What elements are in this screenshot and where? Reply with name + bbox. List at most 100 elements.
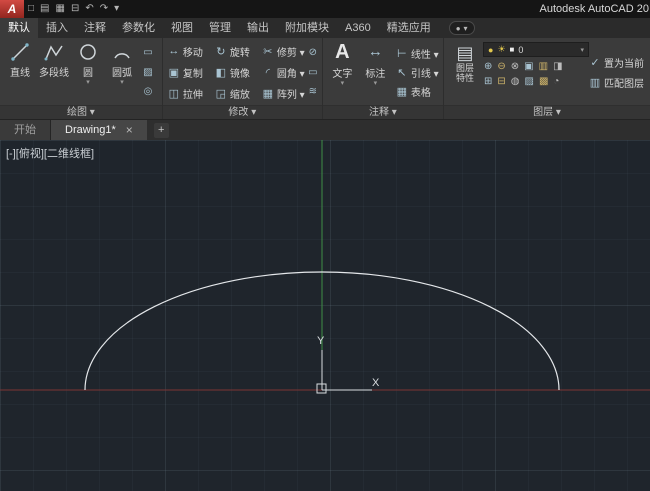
plot-icon[interactable]: ⊟ [68,0,82,18]
file-tab-drawing1[interactable]: Drawing1* × [51,120,147,140]
close-icon[interactable]: × [126,120,133,140]
line-tool-label: 直线 [10,68,30,79]
viewport-controls[interactable]: [-][俯视][二维线框] [6,145,94,161]
scale-icon: ◲ [215,87,227,100]
title-bar: A □ ▤ ▦ ⊟ ↶ ↷ ▾ Autodesk AutoCAD 20 [0,0,650,18]
match-layer-button[interactable]: ▥ 匹配图层 [589,75,644,90]
ribbon-tab-a360[interactable]: A360 [337,18,379,38]
ribbon-display-toggle[interactable]: ● ▾ [448,21,475,35]
leader-icon: ↖ [397,66,407,79]
fillet-button[interactable]: ◜ 圆角 ▾ [260,62,307,83]
layer-tool-icon[interactable]: ◔ [553,76,559,87]
dimension-tool-button[interactable]: ↔ 标注 ▾ [359,39,392,105]
arc-icon [114,53,130,59]
circle-tool-button[interactable]: 圆 ▾ [71,39,105,105]
ribbon-tab-bar: 默认 插入 注释 参数化 视图 管理 输出 附加模块 A360 精选应用 ● ▾ [0,18,650,38]
layer-tool-icon[interactable]: ▩ [539,76,548,87]
new-icon[interactable]: □ [25,0,37,18]
rectangle-icon[interactable]: ▭ [143,47,152,58]
save-icon[interactable]: ▦ [53,0,68,18]
chevron-down-icon[interactable]: ▾ [341,80,345,87]
drawing-canvas[interactable]: [-][俯视][二维线框] Y X [0,140,650,491]
new-drawing-tab-button[interactable]: + [153,123,169,138]
dimension-tool-label: 标注 [365,69,386,80]
chevron-down-icon[interactable]: ▾ [120,79,124,86]
mirror-icon: ◧ [215,66,227,79]
match-layer-icon: ▥ [589,76,601,89]
chevron-down-icon[interactable]: ▾ [374,80,378,87]
ribbon-tab-home[interactable]: 默认 [0,18,38,38]
table-button[interactable]: ▦ 表格 [396,84,439,99]
array-button[interactable]: ▦ 阵列 ▾ [260,83,307,104]
offset-icon[interactable]: ≋ [309,86,317,97]
layer-tool-icon[interactable]: ⊗ [511,61,519,72]
layer-tool-icon[interactable]: ▥ [539,61,548,72]
panel-label-draw[interactable]: 绘图 ▾ [0,105,162,119]
bulb-icon: ● [488,44,494,55]
panel-layers: ▤ 图层 特性 ● ☀ ■ 0 ▾ ⊕ ⊖ ⊗ ▣ ▥ ◨ ⊞ ⊟ ◍ ▨ ▩ … [444,38,650,119]
chevron-down-icon[interactable]: ▾ [86,79,90,86]
table-icon: ▦ [396,85,408,98]
app-menu-button[interactable]: A [0,0,24,18]
text-icon: A [335,41,350,63]
line-tool-button[interactable]: 直线 [3,39,37,105]
explode-icon[interactable]: ▭ [308,67,317,78]
qat-dropdown-icon[interactable]: ▾ [111,0,122,18]
scale-button[interactable]: ◲ 缩放 [213,83,260,104]
layer-tool-icon[interactable]: ⊕ [484,61,492,72]
mirror-button[interactable]: ◧ 镜像 [213,62,260,83]
donut-icon[interactable]: ◎ [144,86,153,97]
ribbon-tab-output[interactable]: 输出 [239,18,277,38]
open-icon[interactable]: ▤ [37,0,52,18]
circle-tool-label: 圆 [83,68,93,79]
layer-tool-icon[interactable]: ▣ [524,61,533,72]
layer-tool-icon[interactable]: ◍ [511,76,520,87]
ucs-x-label: X [372,377,380,389]
ribbon-tab-addins[interactable]: 附加模块 [277,18,337,38]
panel-label-annotation[interactable]: 注释 ▾ [322,105,443,119]
linear-dim-button[interactable]: ⊢ 线性 ▾ [396,46,439,61]
layer-dropdown[interactable]: ● ☀ ■ 0 ▾ [483,42,589,57]
quick-access-toolbar: □ ▤ ▦ ⊟ ↶ ↷ ▾ [25,0,122,18]
autocad-window: A □ ▤ ▦ ⊟ ↶ ↷ ▾ Autodesk AutoCAD 20 默认 插… [0,0,650,491]
layer-tools-row1: ⊕ ⊖ ⊗ ▣ ▥ ◨ [483,61,589,72]
array-icon: ▦ [262,87,274,100]
copy-button[interactable]: ▣ 复制 [166,62,213,83]
layer-tool-icon[interactable]: ⊞ [484,76,492,87]
arc-tool-button[interactable]: 圆弧 ▾ [105,39,139,105]
arc-tool-label: 圆弧 [112,68,132,79]
panel-label-layers[interactable]: 图层 ▾ [444,105,650,119]
text-tool-button[interactable]: A 文字 ▾ [326,39,359,105]
layer-tool-icon[interactable]: ⊟ [497,76,505,87]
layer-tools-row2: ⊞ ⊟ ◍ ▨ ▩ ◔ [483,76,589,87]
ribbon-tab-insert[interactable]: 插入 [38,18,76,38]
copy-icon: ▣ [168,66,180,79]
ribbon-tab-annotate[interactable]: 注释 [76,18,114,38]
redo-icon[interactable]: ↷ [97,0,111,18]
trim-button[interactable]: ✂ 修剪 ▾ [260,41,307,62]
stretch-button[interactable]: ◫ 拉伸 [166,83,213,104]
move-icon: ↔ [168,45,180,57]
circle-icon [80,44,96,60]
layer-tool-icon[interactable]: ⊖ [497,61,505,72]
file-tab-bar: 开始 Drawing1* × + [0,120,650,140]
erase-icon[interactable]: ⊘ [309,47,317,58]
layer-tool-icon[interactable]: ◨ [553,61,562,72]
ribbon-tab-parametric[interactable]: 参数化 [114,18,163,38]
ribbon-tab-manage[interactable]: 管理 [201,18,239,38]
ribbon-tab-view[interactable]: 视图 [163,18,201,38]
rotate-button[interactable]: ↻ 旋转 [213,41,260,62]
panel-annotation: A 文字 ▾ ↔ 标注 ▾ ⊢ 线性 ▾ ↖ 引线 ▾ ▦ 表格 注释 ▾ [322,38,444,119]
file-tab-start[interactable]: 开始 [0,120,51,140]
undo-icon[interactable]: ↶ [82,0,96,18]
ribbon-tab-featured-apps[interactable]: 精选应用 [379,18,439,38]
polyline-tool-button[interactable]: 多段线 [37,39,71,105]
layer-tool-icon[interactable]: ▨ [525,76,534,87]
hatch-icon[interactable]: ▨ [143,67,152,78]
draw-extra-tools: ▭ ▨ ◎ [139,39,157,105]
set-current-layer-button[interactable]: ✓ 置为当前 [589,55,644,70]
move-button[interactable]: ↔ 移动 [166,41,213,62]
leader-button[interactable]: ↖ 引线 ▾ [396,65,438,80]
panel-label-modify[interactable]: 修改 ▾ [162,105,322,119]
layer-properties-button[interactable]: ▤ 图层 特性 [447,39,483,105]
